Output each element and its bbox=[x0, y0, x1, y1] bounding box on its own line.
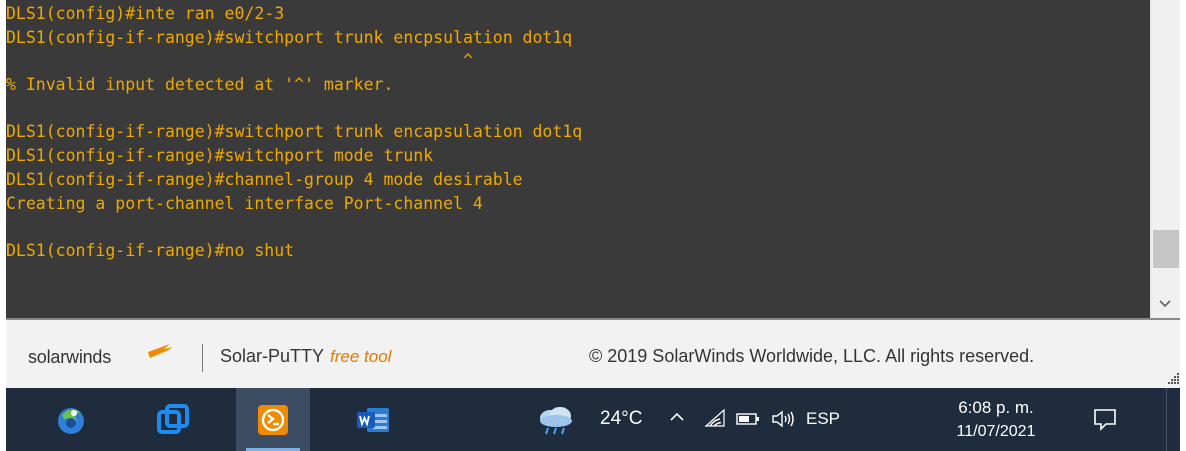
clock-date: 11/07/2021 bbox=[956, 423, 1036, 440]
terminal-line: Creating a port-channel interface Port-c… bbox=[6, 193, 483, 213]
scrollbar-thumb[interactable] bbox=[1153, 230, 1179, 268]
solarwinds-logo-icon bbox=[148, 344, 173, 358]
solar-putty-icon bbox=[258, 404, 288, 435]
taskbar-app-solar-putty[interactable] bbox=[236, 388, 310, 451]
taskbar-app-word[interactable] bbox=[336, 388, 410, 451]
chevron-down-icon bbox=[1159, 300, 1171, 308]
terminal-line: DLS1(config-if-range)#switchport mode tr… bbox=[6, 146, 434, 166]
terminal-line: DLS1(config-if-range)#switchport trunk e… bbox=[6, 122, 583, 142]
terminal-line: DLS1(config-if-range)#no shut bbox=[6, 240, 295, 260]
battery-icon[interactable] bbox=[736, 412, 760, 426]
taskbar-app-browser[interactable] bbox=[34, 388, 108, 451]
system-clock[interactable]: 6:08 p. m. 11/07/2021 bbox=[946, 396, 1046, 444]
footer-separator bbox=[202, 344, 203, 372]
taskbar-edge bbox=[1166, 388, 1167, 451]
free-tool-tag: free tool bbox=[330, 347, 392, 366]
rain-cloud-icon bbox=[540, 407, 572, 435]
copyright-text: © 2019 SolarWinds Worldwide, LLC. All ri… bbox=[589, 346, 1035, 366]
clock-time: 6:08 p. m. bbox=[958, 398, 1034, 417]
browser-app-icon bbox=[58, 407, 84, 434]
terminal-lines: DLS1(config)#inte ran e0/2-3 DLS1(config-… bbox=[6, 2, 582, 286]
scroll-down-button[interactable] bbox=[1150, 292, 1180, 316]
chevron-up-icon[interactable] bbox=[668, 408, 686, 426]
vertical-scrollbar[interactable] bbox=[1150, 0, 1181, 318]
brand-name: solarwinds bbox=[28, 347, 112, 367]
wifi-icon[interactable] bbox=[704, 408, 726, 428]
temperature-label[interactable]: 24°C bbox=[600, 408, 642, 430]
input-language[interactable]: ESP bbox=[806, 409, 840, 429]
window-edge bbox=[1180, 0, 1186, 451]
terminal-line: DLS1(config-if-range)#channel-group 4 mo… bbox=[6, 169, 523, 189]
terminal-line: ^ bbox=[6, 51, 473, 71]
teamviewer-icon bbox=[157, 403, 189, 434]
terminal-line: DLS1(config)#inte ran e0/2-3 bbox=[6, 4, 285, 23]
terminal-line: % Invalid input detected at '^' marker. bbox=[6, 75, 394, 95]
footer-bar: solarwinds Solar-PuTTY free tool © 2019 S… bbox=[6, 320, 1180, 388]
terminal-output[interactable]: DLS1(config)#inte ran e0/2-3 DLS1(config-… bbox=[6, 0, 1150, 318]
volume-icon[interactable] bbox=[770, 408, 796, 430]
product-name: Solar-PuTTY free tool bbox=[220, 346, 391, 367]
word-icon bbox=[357, 407, 389, 432]
windows-taskbar: 24°C ESP 6:08 p. m. 11/07/2021 bbox=[6, 388, 1180, 451]
notification-icon[interactable] bbox=[1092, 406, 1118, 432]
resize-grip-icon[interactable] bbox=[1168, 372, 1180, 384]
terminal-line: DLS1(config-if-range)#switchport trunk e… bbox=[6, 27, 573, 47]
product-label: Solar-PuTTY bbox=[220, 346, 325, 366]
solar-putty-window: DLS1(config)#inte ran e0/2-3 DLS1(config-… bbox=[0, 0, 1186, 451]
taskbar-app-teamviewer[interactable] bbox=[136, 388, 210, 451]
